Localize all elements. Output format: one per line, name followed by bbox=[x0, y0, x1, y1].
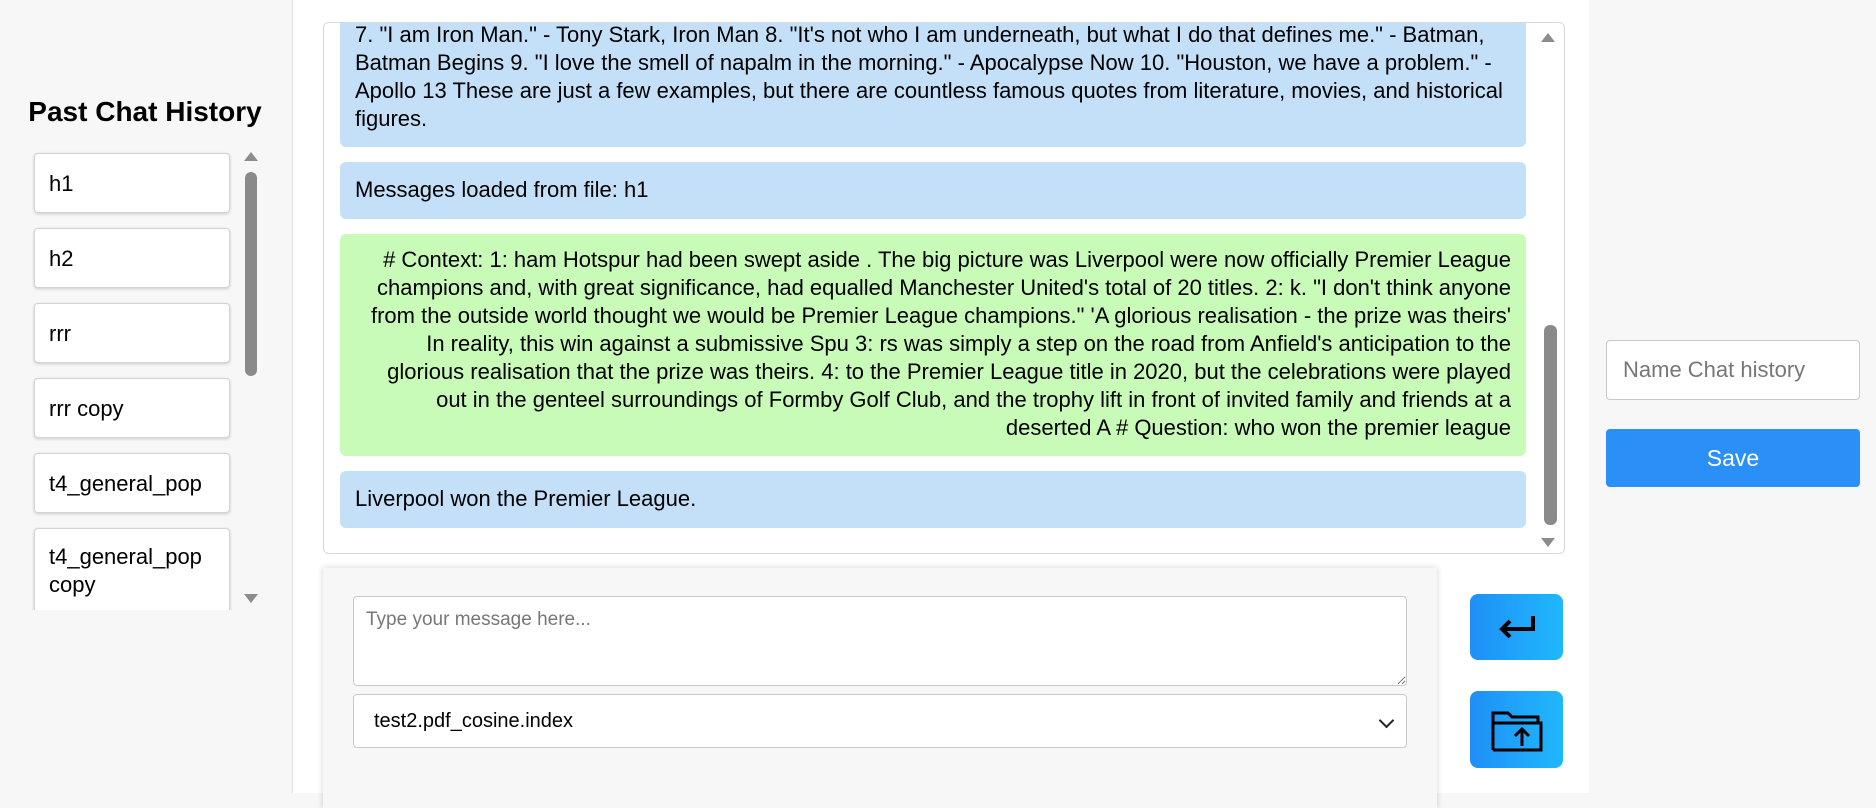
user-message: # Context: 1: ham Hotspur had been swept… bbox=[340, 234, 1526, 456]
chat-main: 7. "I am Iron Man." - Tony Stark, Iron M… bbox=[293, 0, 1589, 808]
index-select[interactable]: test2.pdf_cosine.index bbox=[353, 694, 1407, 748]
chevron-down-icon bbox=[1378, 712, 1395, 729]
history-scroll-down-arrow[interactable] bbox=[244, 594, 258, 603]
message-input[interactable] bbox=[353, 596, 1407, 686]
send-button[interactable] bbox=[1470, 594, 1563, 660]
history-item-h1[interactable]: h1 bbox=[34, 153, 230, 213]
history-item-h2[interactable]: h2 bbox=[34, 228, 230, 288]
folder-upload-icon bbox=[1491, 711, 1542, 751]
bot-message: Messages loaded from file: h1 bbox=[340, 162, 1526, 219]
history-scrollbar-thumb[interactable] bbox=[245, 172, 257, 376]
history-scroll-up-arrow[interactable] bbox=[244, 152, 258, 161]
history-title: Past Chat History bbox=[28, 96, 262, 127]
chat-scroll-up-arrow[interactable] bbox=[1541, 33, 1555, 42]
composer-panel: test2.pdf_cosine.index bbox=[323, 568, 1437, 808]
history-item-t4-general-pop-copy[interactable]: t4_general_pop copy bbox=[34, 528, 230, 610]
chat-messages-panel[interactable]: 7. "I am Iron Man." - Tony Stark, Iron M… bbox=[323, 22, 1565, 554]
chat-history-name-input[interactable] bbox=[1606, 340, 1860, 400]
bot-message: Liverpool won the Premier League. bbox=[340, 471, 1526, 528]
index-select-value: test2.pdf_cosine.index bbox=[374, 710, 574, 732]
enter-arrow-icon bbox=[1498, 616, 1535, 639]
chat-scrollbar-thumb[interactable] bbox=[1544, 325, 1557, 525]
history-sidebar: Past Chat History h1 h2 rrr rrr copy t4_… bbox=[0, 0, 293, 793]
history-item-rrr[interactable]: rrr bbox=[34, 303, 230, 363]
history-item-t4-general-pop[interactable]: t4_general_pop bbox=[34, 453, 230, 513]
history-list[interactable]: h1 h2 rrr rrr copy t4_general_pop t4_gen… bbox=[28, 150, 268, 610]
chat-scroll-down-arrow[interactable] bbox=[1541, 538, 1555, 547]
history-item-rrr-copy[interactable]: rrr copy bbox=[34, 378, 230, 438]
save-button[interactable]: Save bbox=[1606, 429, 1860, 487]
save-panel: Save bbox=[1590, 0, 1876, 793]
upload-button[interactable] bbox=[1470, 691, 1563, 768]
bot-message: 7. "I am Iron Man." - Tony Stark, Iron M… bbox=[340, 23, 1526, 147]
